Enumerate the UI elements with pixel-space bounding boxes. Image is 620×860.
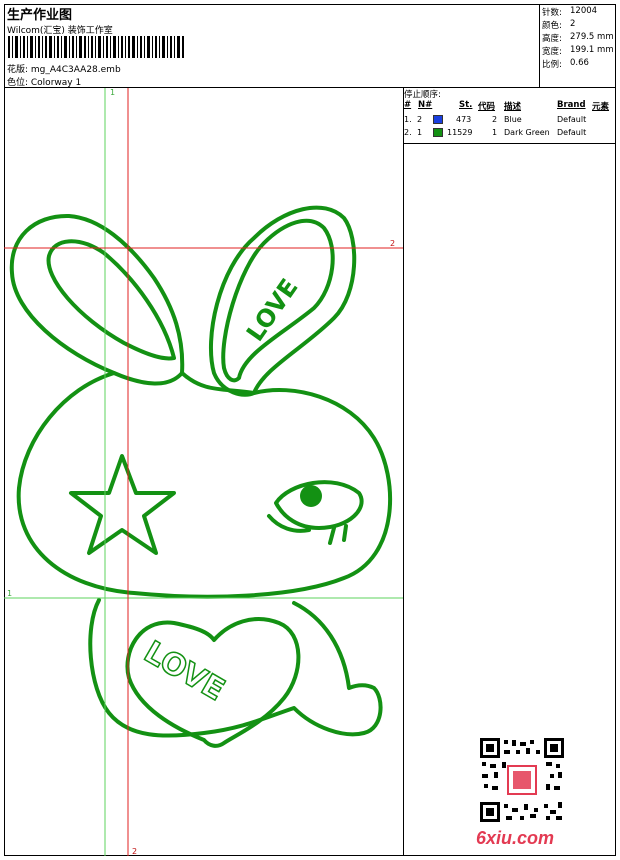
guide-label-red-bottom: 2	[132, 847, 138, 856]
colorway-label: 色位: Colorway 1	[7, 78, 82, 88]
col-desc: 描述	[504, 102, 522, 112]
software-name: Wilcom(汇宝) 装饰工作室	[7, 26, 113, 36]
stat-scale: 比例: 0.66	[542, 58, 589, 70]
sheet-title: 生产作业图	[7, 8, 73, 23]
left-ear-inner	[46, 239, 176, 361]
heart-love-text: LOVE	[138, 635, 230, 709]
ear-love-text: LOVE	[241, 274, 304, 347]
header-info: 生产作业图 Wilcom(汇宝) 装饰工作室 花版: mg_A4C3AA28.e…	[4, 4, 540, 88]
col-element: 元素	[592, 102, 610, 112]
eyelash-1	[328, 526, 336, 545]
guide-label-red-right: 2	[390, 239, 396, 248]
watermark-logo: 6xiu.com	[476, 828, 555, 848]
col-needle: N#	[418, 100, 433, 110]
star	[69, 454, 176, 555]
sequence-caption: 停止顺序:	[404, 90, 441, 100]
guide-label-green-left: 1	[7, 589, 13, 598]
stats-panel: 针数: 12004 颜色: 2 高度: 279.5 mm 宽度: 199.1 mm 比例…	[540, 4, 616, 88]
qr-code-icon	[480, 738, 564, 822]
embroidery-drawing: LOVE LOVE	[4, 88, 403, 856]
barcode	[8, 36, 184, 58]
col-code: 代码	[478, 102, 496, 112]
stop-sequence-table: 停止顺序: # N# St. 代码 描述 Brand 元素 1. 2 473 2…	[404, 88, 616, 144]
color-swatch-green	[433, 128, 443, 137]
eye-pupil	[300, 485, 322, 507]
col-stitches: St.	[459, 100, 473, 110]
col-index: #	[404, 100, 412, 110]
col-brand: Brand	[557, 100, 586, 110]
color-swatch-blue	[433, 115, 443, 124]
head	[16, 371, 393, 599]
guide-label-green-top: 1	[110, 88, 116, 97]
stat-stitches: 针数: 12004	[542, 6, 598, 18]
body	[88, 598, 383, 738]
stat-width: 宽度: 199.1 mm	[542, 45, 614, 57]
eyelash-2	[342, 524, 348, 542]
design-canvas: LOVE LOVE 1 1 2 2	[4, 88, 404, 856]
design-file-label: 花版: mg_A4C3AA28.emb	[7, 65, 121, 75]
stat-height: 高度: 279.5 mm	[542, 32, 614, 44]
stat-colors: 颜色: 2	[542, 19, 576, 31]
